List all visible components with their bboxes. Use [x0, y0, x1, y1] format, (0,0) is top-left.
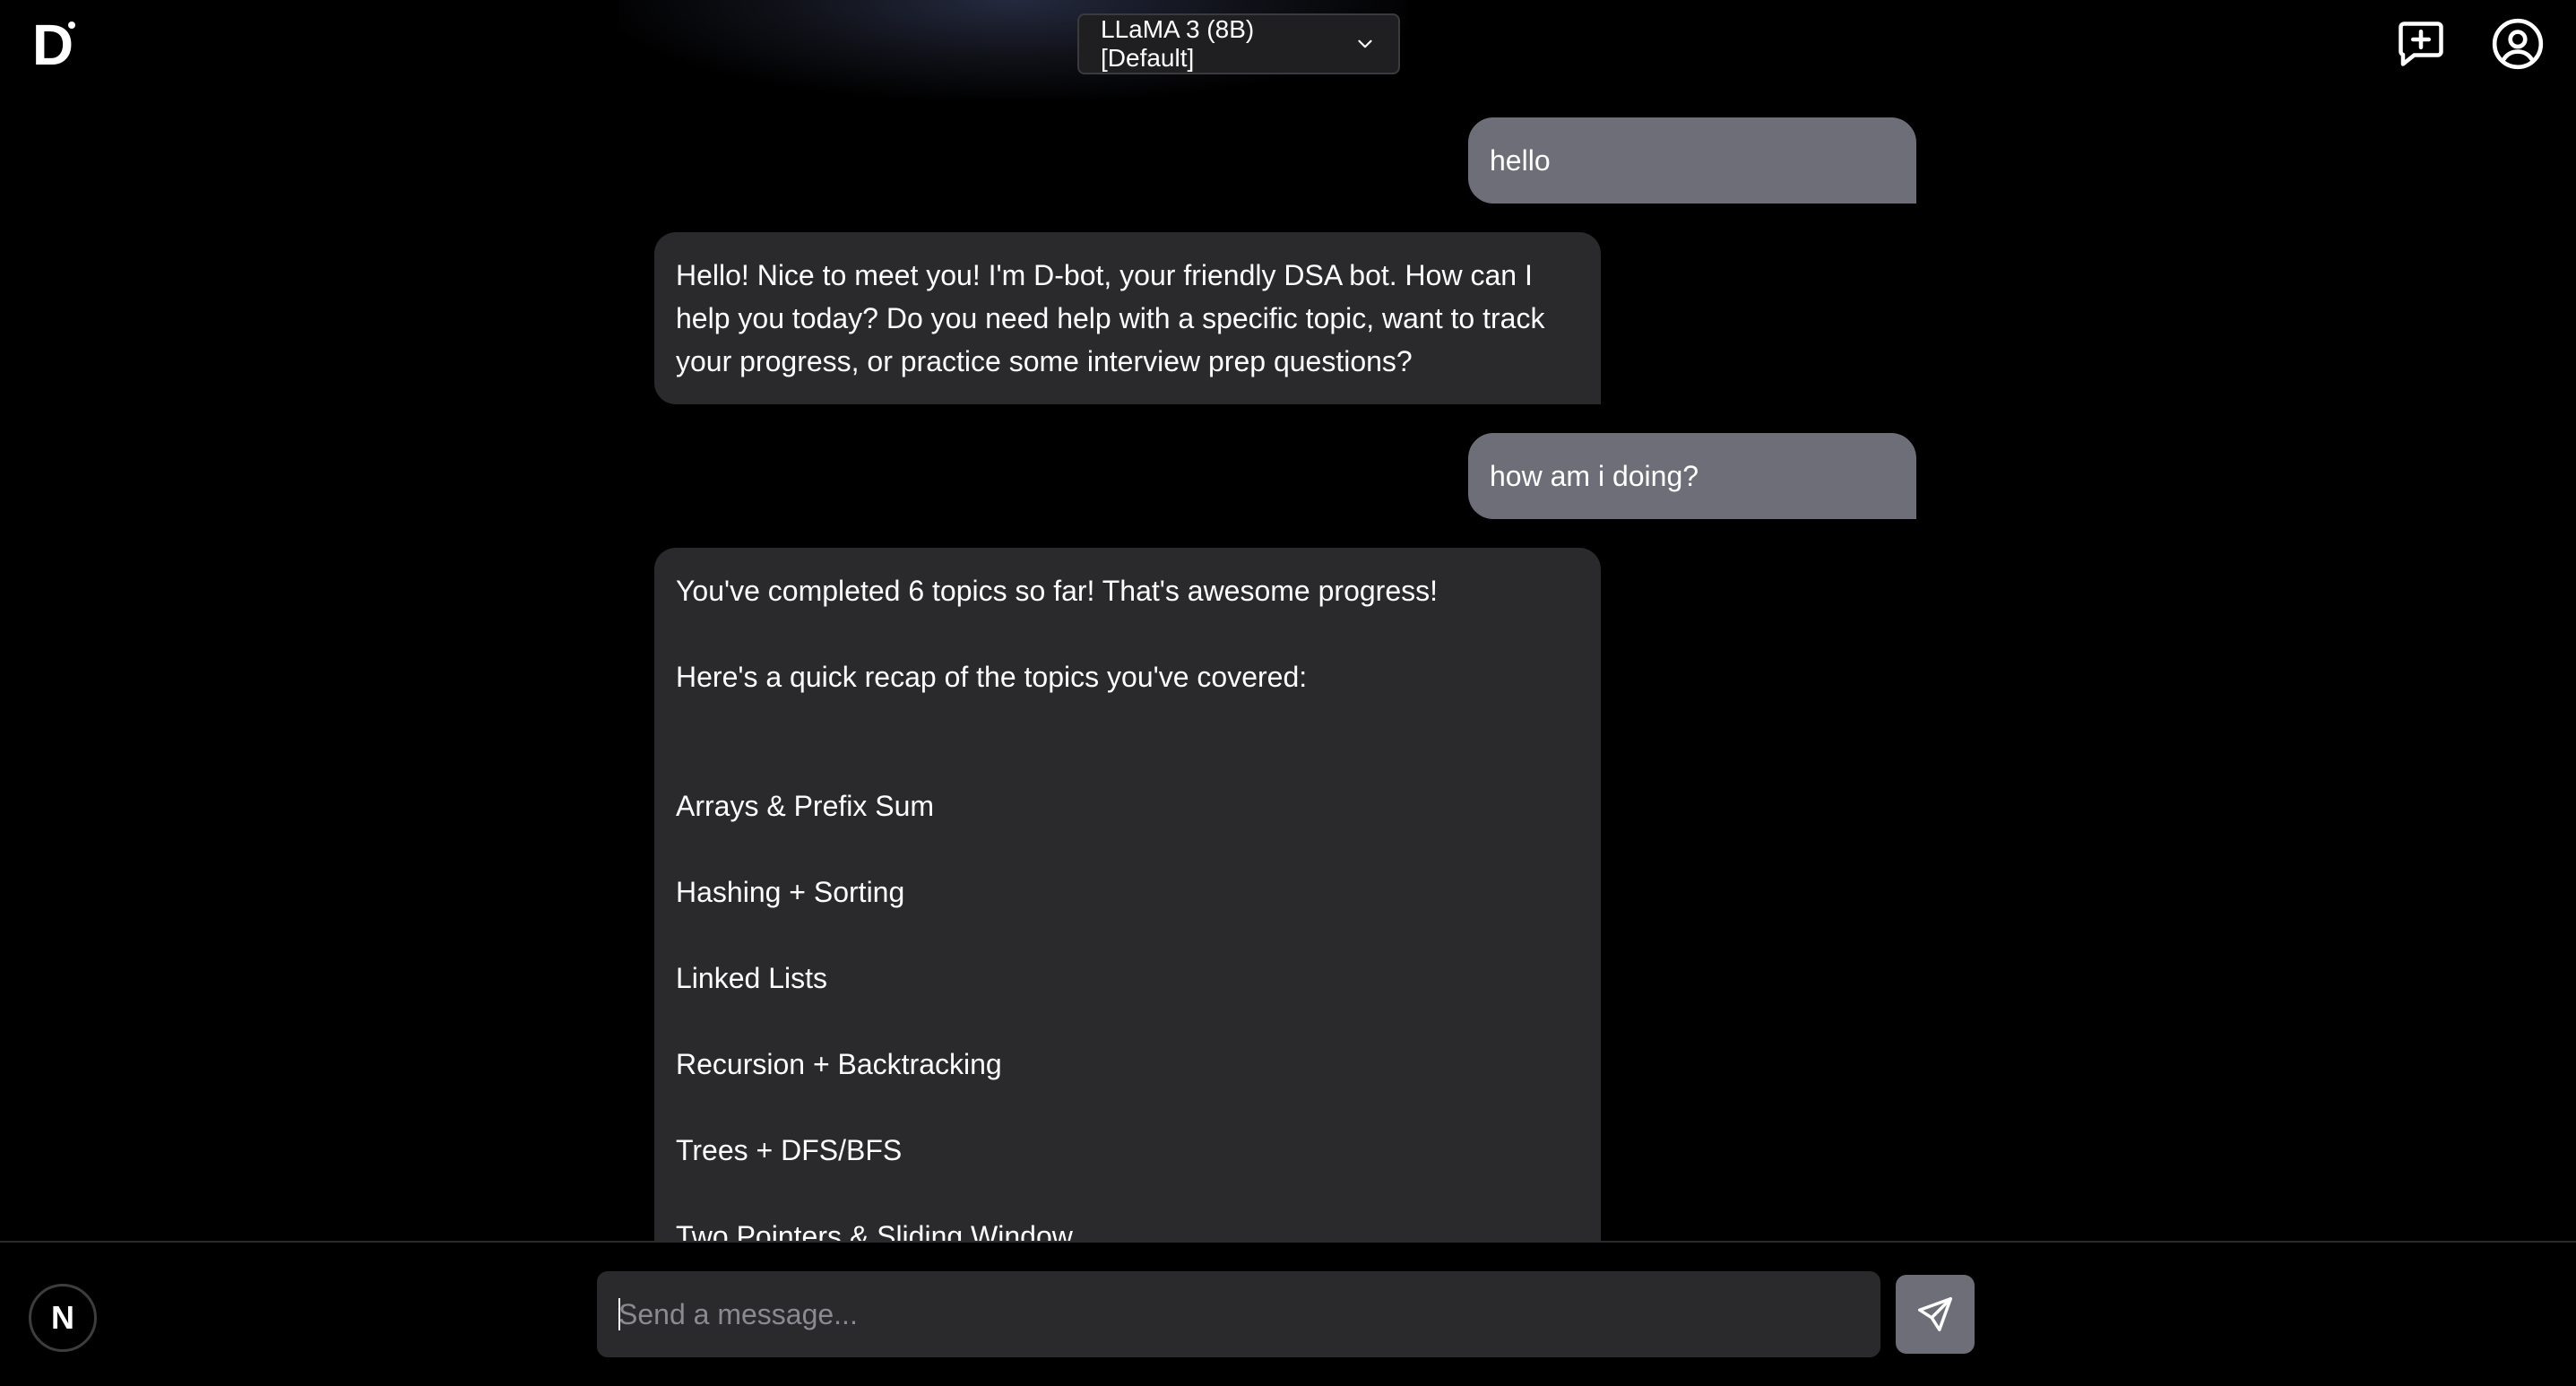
chat-thread[interactable]: hello Hello! Nice to meet you! I'm D-bot…	[0, 0, 2576, 1241]
user-avatar[interactable]: N	[29, 1284, 97, 1352]
profile-button[interactable]	[2490, 16, 2546, 72]
app-logo[interactable]: D	[25, 13, 79, 77]
chevron-down-icon	[1358, 39, 1372, 48]
logo-dot	[68, 22, 75, 29]
new-chat-button[interactable]	[2393, 16, 2449, 72]
assistant-message: Hello! Nice to meet you! I'm D-bot, your…	[654, 232, 1601, 404]
assistant-message-text: Hello! Nice to meet you! I'm D-bot, your…	[676, 259, 1553, 377]
user-message: how am i doing?	[1468, 433, 1916, 519]
topic-item: Recursion + Backtracking	[676, 1048, 1002, 1080]
chat-app: hello Hello! Nice to meet you! I'm D-bot…	[0, 0, 2576, 1386]
user-message-text: hello	[1490, 144, 1551, 177]
logo-letter: D	[31, 13, 73, 77]
topic-item: Two Pointers & Sliding Window	[676, 1220, 1073, 1241]
text-caret	[618, 1298, 620, 1330]
message-input[interactable]	[618, 1297, 1859, 1331]
message-composer[interactable]	[597, 1271, 1880, 1357]
topic-item: Trees + DFS/BFS	[676, 1134, 903, 1166]
header-actions	[2393, 16, 2546, 72]
avatar-letter: N	[51, 1299, 74, 1336]
assistant-message: You've completed 6 topics so far! That's…	[654, 548, 1601, 1241]
assistant-recap: Here's a quick recap of the topics you'v…	[676, 661, 1308, 693]
user-message-text: how am i doing?	[1490, 460, 1699, 492]
topic-item: Arrays & Prefix Sum	[676, 790, 935, 822]
profile-icon	[2492, 18, 2544, 70]
assistant-intro: You've completed 6 topics so far! That's…	[676, 575, 1438, 607]
topic-item: Linked Lists	[676, 962, 827, 994]
user-message: hello	[1468, 117, 1916, 204]
send-icon	[1918, 1297, 1952, 1331]
topic-item: Hashing + Sorting	[676, 876, 905, 908]
model-selector-value: LLaMA 3 (8B) [Default]	[1101, 15, 1255, 72]
send-button[interactable]	[1896, 1275, 1975, 1354]
new-chat-icon	[2399, 22, 2443, 66]
model-selector[interactable]: LLaMA 3 (8B) [Default]	[1077, 13, 1400, 74]
